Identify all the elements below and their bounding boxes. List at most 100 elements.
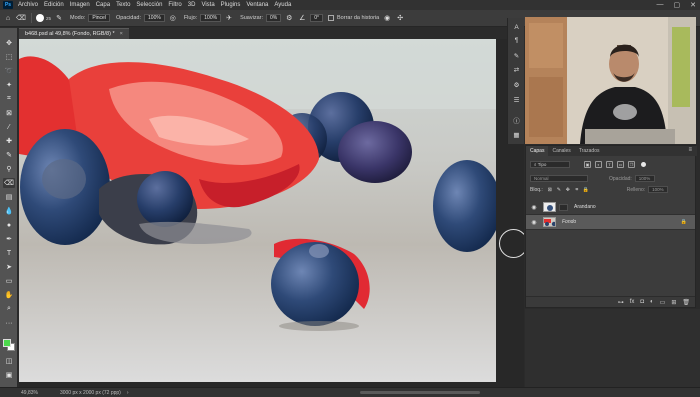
menu-seleccion[interactable]: Selección (136, 2, 162, 8)
maximize-icon[interactable]: ▢ (674, 1, 681, 9)
new-layer-icon[interactable]: ⊞ (671, 299, 676, 306)
info-panel-icon[interactable]: ⓘ (511, 115, 522, 125)
marquee-tool-icon[interactable]: ⬚ (3, 52, 15, 62)
minimize-icon[interactable]: — (657, 1, 664, 9)
fill-field[interactable]: 100% (648, 186, 669, 193)
crop-tool-icon[interactable]: ⌗ (3, 94, 15, 104)
layer-name[interactable]: Fondo (562, 219, 576, 225)
gear-icon[interactable]: ⚙ (284, 13, 294, 23)
symmetry-icon[interactable]: ✣ (395, 13, 405, 23)
dodge-tool-icon[interactable]: ● (3, 220, 15, 230)
quick-mask-icon[interactable]: ◫ (3, 356, 15, 366)
filter-kind-select[interactable]: ⌕ Tipo (530, 161, 570, 168)
adjustments-panel-icon[interactable]: ⚙ (511, 80, 522, 89)
link-layers-icon[interactable]: ⊶ (618, 299, 624, 306)
hand-tool-icon[interactable]: ✋ (3, 290, 15, 300)
menu-texto[interactable]: Texto (116, 2, 130, 8)
angle-field[interactable]: 0° (310, 14, 324, 22)
layer-row-fondo[interactable]: ◉ Fondo 🔒 (526, 215, 695, 230)
layer-row-arandano[interactable]: ◉ Arandano (526, 200, 695, 215)
paragraph-panel-icon[interactable]: ¶ (511, 36, 522, 45)
status-menu-arrow[interactable]: › (127, 390, 129, 396)
home-icon[interactable]: ⌂ (3, 13, 13, 23)
eraser-tool-icon[interactable]: ⌫ (3, 178, 15, 188)
swatches-panel-icon[interactable]: ▦ (511, 130, 522, 139)
lock-transparency-icon[interactable]: ⊠ (547, 187, 553, 193)
brush-tool-icon[interactable]: ✎ (3, 150, 15, 160)
filter-toggle[interactable] (641, 162, 646, 167)
opacidad-field[interactable]: 100% (144, 14, 165, 22)
close-icon[interactable]: ✕ (690, 1, 696, 9)
close-tab-icon[interactable]: × (120, 31, 123, 37)
properties-panel-icon[interactable]: ☰ (511, 95, 522, 104)
flujo-field[interactable]: 100% (200, 14, 222, 22)
airbrush-icon[interactable]: ✈ (224, 13, 234, 23)
adjustment-filter-icon[interactable]: ◐ (595, 161, 602, 168)
tab-capas[interactable]: Capas (526, 146, 549, 156)
menu-plugins[interactable]: Plugins (221, 2, 241, 8)
blur-tool-icon[interactable]: 💧 (3, 206, 15, 216)
panel-menu-icon[interactable]: ≡ (688, 147, 692, 153)
clone-stamp-tool-icon[interactable]: ⚲ (3, 164, 15, 174)
lock-all-icon[interactable]: 🔒 (583, 187, 589, 193)
brush-settings-icon[interactable]: ✎ (54, 13, 64, 23)
eraser-tool-icon[interactable]: ⌫ (16, 13, 26, 23)
lock-artboard-icon[interactable]: ⌗ (574, 187, 580, 193)
zoom-level[interactable]: 49,83% (21, 390, 38, 396)
menu-ventana[interactable]: Ventana (246, 2, 268, 8)
character-panel-icon[interactable]: A (511, 23, 522, 32)
adjustment-layer-icon[interactable]: ◐ (650, 299, 654, 305)
document-tab[interactable]: b468.psd al 49,8% (Fondo, RGB/8) * × (19, 28, 129, 39)
pressure-size-icon[interactable]: ◉ (382, 13, 392, 23)
opacity-field[interactable]: 100% (634, 175, 655, 182)
pressure-opacity-icon[interactable]: ◎ (168, 13, 178, 23)
eye-icon[interactable]: ◉ (530, 219, 538, 226)
path-selection-tool-icon[interactable]: ➤ (3, 262, 15, 272)
add-mask-icon[interactable]: ◘ (640, 299, 644, 305)
modo-select[interactable]: Pincel (88, 14, 110, 22)
move-tool-icon[interactable]: ✥ (3, 38, 15, 48)
pixel-filter-icon[interactable]: ▣ (584, 161, 591, 168)
menu-ayuda[interactable]: Ayuda (274, 2, 291, 8)
lock-image-icon[interactable]: ✎ (556, 187, 562, 193)
layer-style-icon[interactable]: fx (630, 299, 635, 305)
menu-3d[interactable]: 3D (188, 2, 196, 8)
menu-archivo[interactable]: Archivo (18, 2, 38, 8)
menu-vista[interactable]: Vista (201, 2, 214, 8)
menu-imagen[interactable]: Imagen (70, 2, 90, 8)
gradient-tool-icon[interactable]: ▤ (3, 192, 15, 202)
tab-canales[interactable]: Canales (548, 146, 574, 156)
rectangle-tool-icon[interactable]: ▭ (3, 276, 15, 286)
menu-edicion[interactable]: Edición (44, 2, 64, 8)
tab-trazados[interactable]: Trazados (575, 146, 604, 156)
brush-settings-panel-icon[interactable]: ✎ (511, 51, 522, 60)
new-group-icon[interactable]: ▭ (660, 299, 666, 306)
eye-icon[interactable]: ◉ (530, 204, 538, 211)
horizontal-scrollbar[interactable] (360, 391, 480, 394)
suavizar-field[interactable]: 0% (266, 14, 282, 22)
menu-filtro[interactable]: Filtro (168, 2, 181, 8)
delete-layer-icon[interactable]: 🗑 (682, 299, 690, 306)
history-panel-icon[interactable]: ⇄ (511, 65, 522, 74)
angle-icon[interactable]: ∠ (297, 13, 307, 23)
screen-mode-icon[interactable]: ▣ (3, 370, 15, 380)
healing-brush-tool-icon[interactable]: ✚ (3, 136, 15, 146)
foreground-color-swatch[interactable] (3, 339, 11, 347)
menu-capa[interactable]: Capa (96, 2, 110, 8)
lock-position-icon[interactable]: ✥ (565, 187, 571, 193)
borrar-historia-checkbox[interactable] (328, 15, 335, 21)
blend-mode-select[interactable]: Normal (530, 175, 588, 182)
more-tools-icon[interactable]: ··· (3, 318, 15, 328)
lasso-tool-icon[interactable]: ➰ (3, 66, 15, 76)
pen-tool-icon[interactable]: ✒ (3, 234, 15, 244)
canvas-area[interactable] (19, 39, 524, 387)
magic-wand-tool-icon[interactable]: ✦ (3, 80, 15, 90)
smart-object-filter-icon[interactable]: ❐ (628, 161, 635, 168)
type-filter-icon[interactable]: T (606, 161, 613, 168)
brush-preset-picker[interactable] (36, 14, 44, 22)
frame-tool-icon[interactable]: ⊠ (3, 108, 15, 118)
document-canvas[interactable] (19, 39, 496, 382)
shape-filter-icon[interactable]: ▭ (617, 161, 624, 168)
zoom-tool-icon[interactable]: ⌕ (3, 304, 15, 314)
eyedropper-tool-icon[interactable]: ⁄ (3, 122, 15, 132)
